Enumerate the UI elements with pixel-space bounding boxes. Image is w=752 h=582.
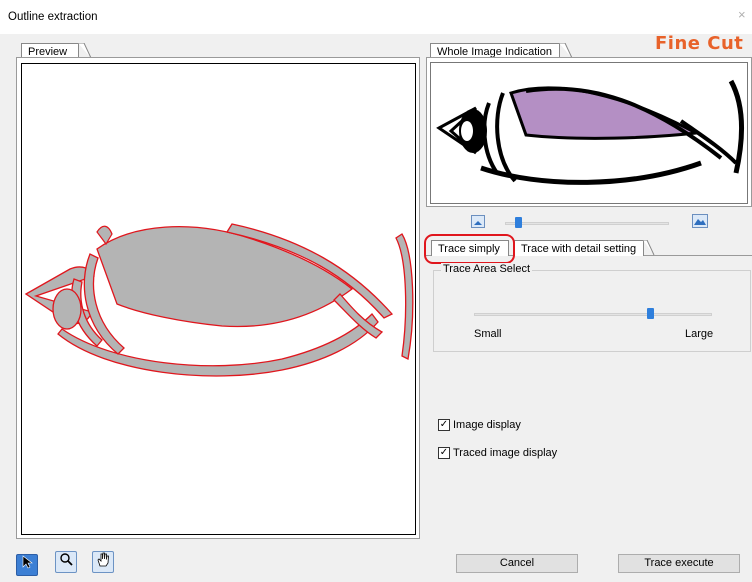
zoom-in-button[interactable] xyxy=(692,214,708,228)
zoom-out-button[interactable] xyxy=(471,215,485,228)
arrow-pointer-icon xyxy=(22,555,33,569)
image-display-checkbox[interactable]: ✓ xyxy=(438,419,450,431)
traced-image-display-checkbox[interactable]: ✓ xyxy=(438,447,450,459)
tab-trace-detail-edge xyxy=(643,240,655,256)
trace-area-title: Trace Area Select xyxy=(441,263,533,275)
highlight-ring xyxy=(424,234,515,264)
close-icon[interactable]: × xyxy=(738,7,746,22)
image-display-label: Image display xyxy=(453,419,521,431)
magnifier-icon xyxy=(60,553,73,566)
cancel-button[interactable]: Cancel xyxy=(456,554,578,573)
fish-thumbnail-image xyxy=(436,79,745,185)
trace-area-min-label: Small xyxy=(474,328,502,340)
zoom-slider-track[interactable] xyxy=(505,222,669,225)
trace-area-max-label: Large xyxy=(685,328,714,340)
traced-fish-image xyxy=(24,223,414,377)
trace-execute-button[interactable]: Trace execute xyxy=(618,554,740,573)
checkmark-icon: ✓ xyxy=(439,419,449,430)
tool-pointer[interactable] xyxy=(16,554,38,576)
tool-zoom[interactable] xyxy=(55,551,77,573)
trace-area-slider-thumb[interactable] xyxy=(647,308,655,319)
title-bar xyxy=(0,0,752,34)
preview-canvas[interactable] xyxy=(21,63,416,535)
whole-image-canvas[interactable] xyxy=(430,62,748,204)
trace-area-slider-track[interactable] xyxy=(474,313,712,316)
mountain-large-icon xyxy=(694,219,706,225)
checkmark-icon: ✓ xyxy=(439,447,449,458)
traced-image-display-label: Traced image display xyxy=(453,447,558,459)
hand-pan-icon xyxy=(97,552,109,567)
tab-trace-detail-label: Trace with detail setting xyxy=(521,243,637,255)
mountain-small-icon xyxy=(474,221,482,225)
tab-trace-detail[interactable]: Trace with detail setting xyxy=(514,240,644,256)
zoom-slider-thumb[interactable] xyxy=(514,217,522,228)
window-title: Outline extraction xyxy=(8,11,98,23)
tool-pan[interactable] xyxy=(92,551,114,573)
